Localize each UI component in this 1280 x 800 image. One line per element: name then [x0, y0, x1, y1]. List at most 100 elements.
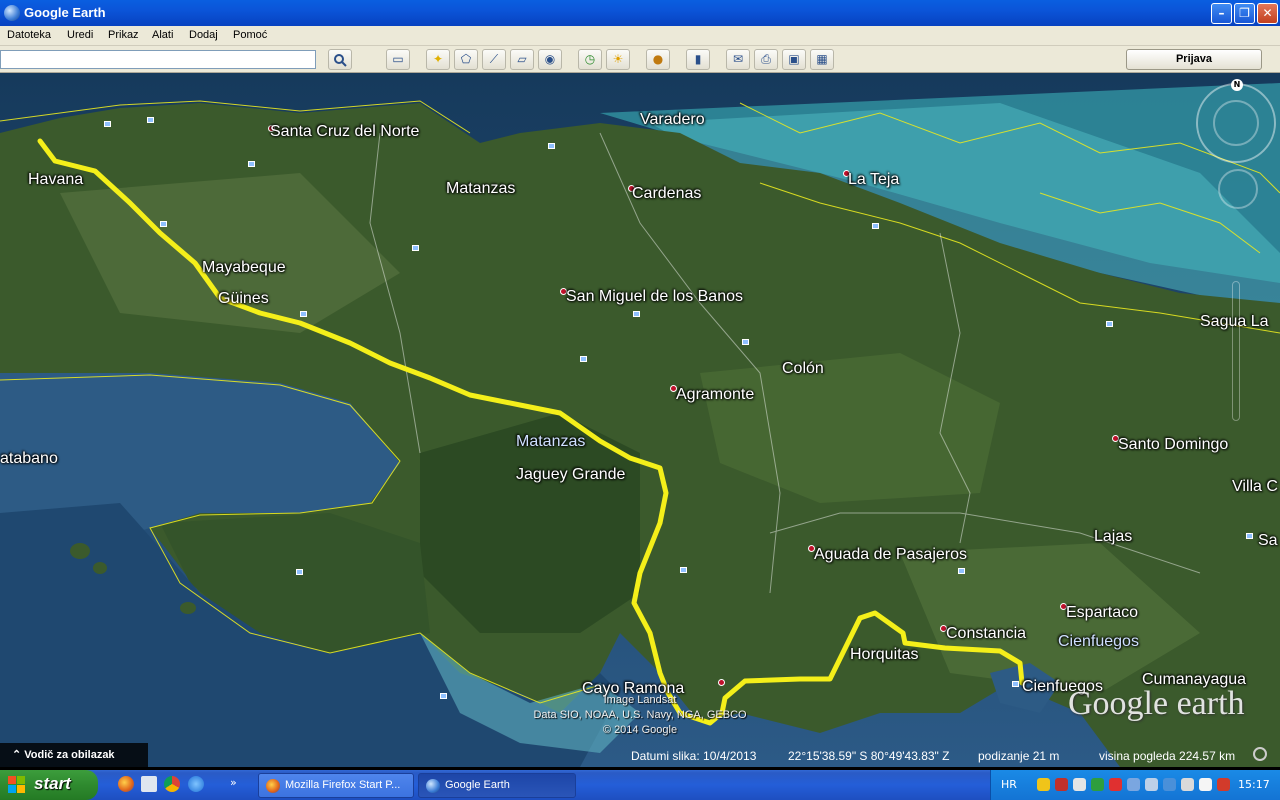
photo-marker[interactable] [412, 245, 419, 251]
sign-in-button[interactable]: Prijava [1126, 49, 1262, 70]
search-input[interactable] [0, 50, 316, 69]
photo-marker[interactable] [548, 143, 555, 149]
photo-marker[interactable] [104, 121, 111, 127]
photo-marker[interactable] [160, 221, 167, 227]
update-icon[interactable] [1091, 778, 1104, 791]
place-label[interactable]: San Miguel de los Banos [566, 288, 743, 306]
place-label[interactable]: Jaguey Grande [516, 466, 625, 484]
place-label[interactable]: Aguada de Pasajeros [814, 546, 967, 564]
menu-tools[interactable]: Alati [152, 29, 173, 41]
photo-marker[interactable] [633, 311, 640, 317]
place-label[interactable]: Santo Domingo [1118, 436, 1228, 454]
place-label[interactable]: Cienfuegos [1058, 633, 1139, 651]
taskbar-item-firefox[interactable]: Mozilla Firefox Start P... [258, 773, 414, 798]
photo-marker[interactable] [872, 223, 879, 229]
sidebar-toggle-button[interactable]: ▭ [386, 49, 410, 70]
sunlight-button[interactable]: ☀ [606, 49, 630, 70]
place-label[interactable]: Villa C [1232, 478, 1278, 496]
photo-marker[interactable] [1106, 321, 1113, 327]
look-joystick[interactable] [1213, 100, 1259, 146]
place-label[interactable]: Constancia [946, 625, 1026, 643]
place-label[interactable]: Matanzas [446, 180, 515, 198]
menu-add[interactable]: Dodaj [189, 29, 218, 41]
imagery-attribution: Image Landsat Data SIO, NOAA, U.S. Navy,… [512, 693, 768, 738]
menu-edit[interactable]: Uredi [67, 29, 93, 41]
volume-icon[interactable] [1181, 778, 1194, 791]
photo-marker[interactable] [296, 569, 303, 575]
opera-icon[interactable] [1217, 778, 1230, 791]
menu-file[interactable]: Datoteka [7, 29, 51, 41]
save-image-button[interactable]: ▣ [782, 49, 806, 70]
internet-explorer-icon[interactable] [188, 776, 204, 792]
place-label[interactable]: La Teja [848, 171, 899, 189]
minimize-button[interactable]: – [1211, 3, 1232, 24]
print-button[interactable]: ⎙ [754, 49, 778, 70]
sidebar-icon: ▭ [392, 52, 404, 66]
ruler-button[interactable]: ▮ [686, 49, 710, 70]
maximize-button[interactable]: ❐ [1234, 3, 1255, 24]
planets-button[interactable]: ● [646, 49, 670, 70]
photo-marker[interactable] [248, 161, 255, 167]
show-desktop-icon[interactable] [141, 776, 157, 792]
search-button[interactable] [328, 49, 352, 70]
antivirus-icon[interactable] [1109, 778, 1122, 791]
record-tour-button[interactable]: ◉ [538, 49, 562, 70]
place-label[interactable]: Cardenas [632, 185, 701, 203]
task-label: Mozilla Firefox Start P... [285, 779, 401, 791]
place-label[interactable]: Havana [28, 171, 83, 189]
map-view[interactable]: Santa Cruz del Norte Varadero Havana Mat… [0, 73, 1280, 767]
photo-marker[interactable] [680, 567, 687, 573]
menu-view[interactable]: Prikaz [108, 29, 139, 41]
photo-marker[interactable] [440, 693, 447, 699]
zoom-slider[interactable] [1232, 281, 1240, 421]
photo-marker[interactable] [1246, 533, 1253, 539]
add-overlay-button[interactable]: ▱ [510, 49, 534, 70]
clock[interactable]: 15:17 [1238, 778, 1270, 791]
historical-imagery-button[interactable]: ◷ [578, 49, 602, 70]
media-icon[interactable] [1163, 778, 1176, 791]
window-title: Google Earth [24, 5, 106, 20]
taskbar-item-google-earth[interactable]: Google Earth [418, 773, 576, 798]
photo-marker[interactable] [147, 117, 154, 123]
place-label[interactable]: Varadero [640, 111, 705, 129]
menu-help[interactable]: Pomoć [233, 29, 267, 41]
navigation-compass[interactable]: N [1196, 79, 1276, 163]
city-pin[interactable] [718, 679, 725, 686]
acrobat-icon[interactable] [1055, 778, 1068, 791]
photo-marker[interactable] [300, 311, 307, 317]
add-path-button[interactable]: ⟋ [482, 49, 506, 70]
chrome-quicklaunch-icon[interactable] [164, 776, 180, 792]
place-label[interactable]: Güines [218, 290, 269, 308]
place-label[interactable]: Santa Cruz del Norte [270, 123, 419, 141]
email-button[interactable]: ✉ [726, 49, 750, 70]
place-label[interactable]: Sa [1258, 532, 1278, 550]
photo-marker[interactable] [1012, 681, 1019, 687]
place-label[interactable]: Agramonte [676, 386, 754, 404]
add-polygon-button[interactable]: ⬠ [454, 49, 478, 70]
photo-marker[interactable] [580, 356, 587, 362]
move-joystick[interactable] [1218, 169, 1258, 209]
tour-guide-tab[interactable]: ⌃ Vodič za obilazak [0, 743, 148, 767]
place-label[interactable]: Espartaco [1066, 604, 1138, 622]
photo-marker[interactable] [742, 339, 749, 345]
bluetooth-icon[interactable] [1127, 778, 1140, 791]
photo-marker[interactable] [958, 568, 965, 574]
place-label[interactable]: Colón [782, 360, 824, 378]
add-placemark-button[interactable]: ✦ [426, 49, 450, 70]
network-icon[interactable] [1073, 778, 1086, 791]
usb-icon[interactable] [1199, 778, 1212, 791]
firefox-quicklaunch-icon[interactable] [118, 776, 134, 792]
security-icon[interactable] [1037, 778, 1050, 791]
view-in-maps-button[interactable]: ▦ [810, 49, 834, 70]
place-label[interactable]: Lajas [1094, 528, 1132, 546]
start-button[interactable]: start [0, 770, 98, 800]
north-indicator[interactable]: N [1231, 79, 1243, 91]
language-indicator[interactable]: HR [1001, 778, 1017, 791]
close-button[interactable]: ✕ [1257, 3, 1278, 24]
place-label[interactable]: Matanzas [516, 433, 585, 451]
quicklaunch-more-button[interactable]: » [230, 776, 237, 789]
place-label[interactable]: Horquitas [850, 646, 918, 664]
display-icon[interactable] [1145, 778, 1158, 791]
place-label[interactable]: atabano [0, 450, 58, 468]
place-label[interactable]: Mayabeque [202, 259, 286, 277]
